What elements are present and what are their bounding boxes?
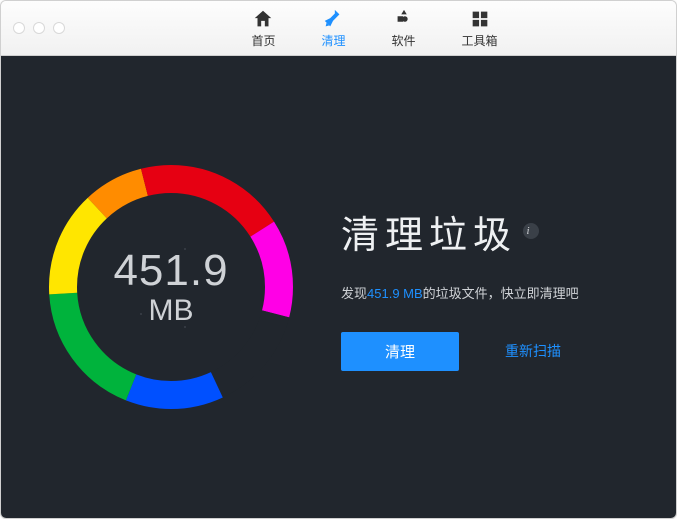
nav-label: 工具箱 bbox=[462, 32, 498, 49]
rescan-link[interactable]: 重新扫描 bbox=[505, 341, 561, 361]
titlebar: 首页 清理 软件 工具箱 bbox=[1, 1, 676, 56]
gauge-value: 451.9 bbox=[113, 246, 228, 296]
sub-prefix: 发现 bbox=[341, 286, 367, 301]
nav-toolbox[interactable]: 工具箱 bbox=[462, 8, 498, 49]
info-panel: 清理垃圾 i 发现451.9 MB的垃圾文件，快立即清理吧 清理 重新扫描 bbox=[341, 204, 676, 371]
nav-label: 软件 bbox=[392, 32, 416, 49]
home-icon bbox=[252, 8, 274, 30]
gauge-center: 451.9 MB bbox=[41, 157, 301, 417]
top-nav: 首页 清理 软件 工具箱 bbox=[85, 8, 664, 49]
clean-button[interactable]: 清理 bbox=[341, 332, 459, 371]
broom-icon bbox=[322, 8, 344, 30]
nav-software[interactable]: 软件 bbox=[392, 8, 416, 49]
window-controls bbox=[13, 22, 65, 34]
nav-clean[interactable]: 清理 bbox=[321, 8, 345, 49]
sub-suffix: 的垃圾文件，快立即清理吧 bbox=[423, 286, 579, 301]
zoom-icon[interactable] bbox=[53, 22, 65, 34]
nav-home[interactable]: 首页 bbox=[251, 8, 275, 49]
app-window: 首页 清理 软件 工具箱 bbox=[0, 0, 677, 519]
nav-label: 清理 bbox=[321, 32, 345, 49]
page-heading: 清理垃圾 i bbox=[341, 204, 636, 259]
action-row: 清理 重新扫描 bbox=[341, 332, 636, 371]
gauge-unit: MB bbox=[149, 294, 194, 328]
main-content: 451.9 MB 清理垃圾 i 发现451.9 MB的垃圾文件，快立即清理吧 清… bbox=[1, 56, 676, 518]
status-text: 发现451.9 MB的垃圾文件，快立即清理吧 bbox=[341, 283, 636, 302]
usage-gauge: 451.9 MB bbox=[41, 157, 301, 417]
heading-text: 清理垃圾 bbox=[341, 204, 517, 259]
sub-size: 451.9 MB bbox=[367, 286, 423, 301]
gauge-area: 451.9 MB bbox=[1, 56, 341, 518]
close-icon[interactable] bbox=[13, 22, 25, 34]
nav-label: 首页 bbox=[251, 32, 275, 49]
minimize-icon[interactable] bbox=[33, 22, 45, 34]
info-icon[interactable]: i bbox=[523, 223, 539, 239]
grid-icon bbox=[469, 8, 491, 30]
apps-icon bbox=[393, 8, 415, 30]
